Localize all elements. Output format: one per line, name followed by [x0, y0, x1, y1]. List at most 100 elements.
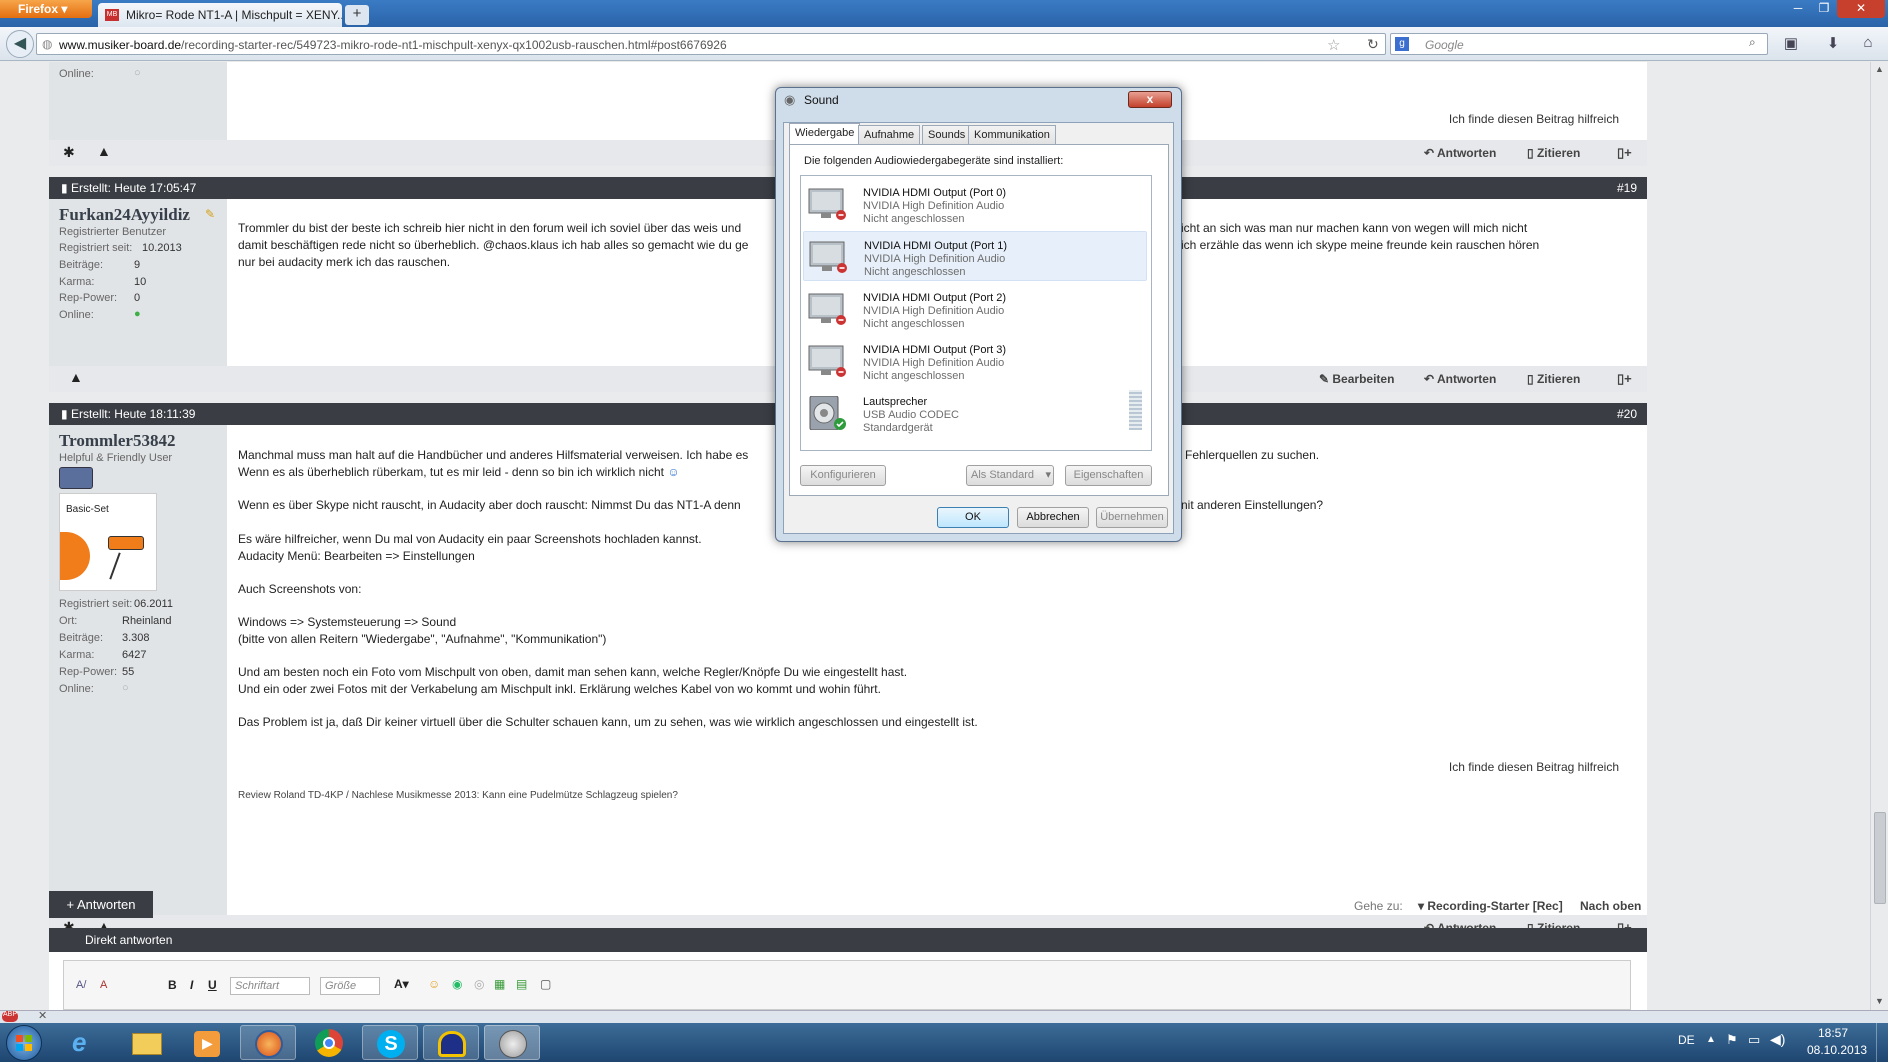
post-20-number[interactable]: #20 — [1617, 407, 1637, 421]
google-engine-icon[interactable]: g — [1395, 37, 1409, 51]
format-icon[interactable]: A/ — [76, 979, 86, 991]
scroll-up-icon[interactable]: ▲ — [1875, 64, 1884, 74]
helpful-link[interactable]: Ich finde diesen Beitrag hilfreich — [1449, 112, 1619, 126]
taskbar-sound-settings[interactable] — [484, 1025, 540, 1060]
restore-icon[interactable]: ❐ — [1811, 0, 1837, 18]
bold-icon[interactable]: B — [168, 978, 177, 992]
multiquote-icon[interactable]: ▯+ — [1617, 371, 1632, 387]
close-window-icon[interactable]: ✕ — [1837, 0, 1885, 18]
editor-toolbar: A/ A B I U Schriftart Größe A▾ ☺ ◉ ◎ ▦ ▤… — [63, 960, 1631, 1010]
reply-button[interactable]: ↶ Antworten — [1424, 146, 1496, 160]
remove-format-icon[interactable]: A — [100, 979, 107, 991]
taskbar-chrome[interactable] — [301, 1025, 357, 1060]
info-label: Registriert seit: — [59, 598, 133, 610]
language-indicator[interactable]: DE — [1678, 1033, 1695, 1047]
font-select[interactable]: Schriftart — [230, 977, 310, 995]
helpful-link[interactable]: Ich finde diesen Beitrag hilfreich — [1449, 760, 1619, 774]
chevron-down-icon[interactable]: ▾ — [1045, 466, 1051, 485]
clock-time[interactable]: 18:57 — [1818, 1026, 1848, 1040]
bookmarks-menu-icon[interactable]: ▣ — [1780, 34, 1802, 54]
taskbar-explorer[interactable] — [118, 1025, 174, 1060]
downloads-icon[interactable]: ⬇ — [1822, 34, 1844, 54]
home-icon[interactable]: ⌂ — [1857, 34, 1879, 54]
device-item-hdmi-0[interactable]: NVIDIA HDMI Output (Port 0) NVIDIA High D… — [803, 179, 1147, 229]
italic-icon[interactable]: I — [190, 978, 193, 992]
ok-button[interactable]: OK — [937, 507, 1009, 528]
url-domain: www.musiker-board.de — [59, 38, 182, 52]
post-19-username[interactable]: Furkan24Ayyildiz — [59, 205, 190, 225]
post-20-username[interactable]: Trommler53842 — [59, 431, 175, 451]
device-item-speaker[interactable]: Lautsprecher USB Audio CODEC Standardgerät — [803, 388, 1147, 438]
taskbar-media-player[interactable]: ▶ — [178, 1025, 234, 1060]
goto-dropdown[interactable]: ▾ Recording-Starter [Rec] — [1418, 899, 1563, 913]
bookmark-star-icon[interactable]: ☆ — [1327, 36, 1340, 54]
back-to-top-link[interactable]: Nach oben — [1580, 899, 1641, 913]
firefox-menu-button[interactable]: Firefox ▾ — [0, 0, 92, 18]
set-default-button[interactable]: Als Standard ▾ — [966, 465, 1054, 486]
video-icon[interactable]: ▤ — [516, 977, 527, 991]
tab-wiedergabe[interactable]: Wiedergabe — [789, 123, 861, 145]
volume-icon[interactable]: ◀) — [1770, 1031, 1785, 1048]
quote-button[interactable]: ▯ Zitieren — [1527, 372, 1580, 386]
text-color-icon[interactable]: A▾ — [394, 977, 409, 991]
browser-tab-active[interactable]: MB Mikro= Rode NT1-A | Mischpult = XENY.… — [98, 3, 342, 27]
adblock-icon[interactable]: ABP — [2, 1011, 18, 1022]
close-addon-bar-icon[interactable]: ✕ — [38, 1009, 47, 1022]
size-select[interactable]: Größe — [320, 977, 380, 995]
device-item-hdmi-1[interactable]: NVIDIA HDMI Output (Port 1) NVIDIA High D… — [803, 231, 1147, 281]
thanks-star-icon[interactable]: ✱ — [63, 144, 75, 161]
device-name: NVIDIA HDMI Output (Port 2) — [863, 292, 1007, 304]
post-19-number[interactable]: #19 — [1617, 181, 1637, 195]
network-icon[interactable]: ▭ — [1748, 1032, 1760, 1048]
tab-aufnahme[interactable]: Aufnahme — [858, 125, 921, 145]
new-tab-button[interactable]: + — [345, 5, 369, 25]
properties-button[interactable]: Eigenschaften — [1065, 465, 1152, 486]
quote-button[interactable]: ▯ Zitieren — [1527, 146, 1580, 160]
device-status: Nicht angeschlossen — [863, 213, 965, 225]
post-19-line: damit beschäftigen rede nicht so überheb… — [238, 238, 749, 252]
underline-icon[interactable]: U — [208, 978, 217, 992]
unlink-icon[interactable]: ◎ — [474, 977, 484, 991]
action-center-flag-icon[interactable]: ⚑ — [1726, 1032, 1738, 1048]
user-avatar[interactable]: Basic-Set — [59, 493, 157, 591]
reply-button[interactable]: ↶ Antworten — [1424, 372, 1496, 386]
minimize-icon[interactable]: ─ — [1785, 0, 1811, 18]
image-icon[interactable]: ▦ — [494, 977, 505, 991]
show-hidden-icons-icon[interactable]: ▲ — [1706, 1034, 1716, 1045]
edit-button[interactable]: ✎ Bearbeiten — [1319, 372, 1394, 386]
signature-link[interactable]: Review Roland TD-4KP / Nachlese Musikmes… — [238, 790, 678, 801]
device-item-hdmi-2[interactable]: NVIDIA HDMI Output (Port 2) NVIDIA High D… — [803, 284, 1147, 334]
scroll-down-icon[interactable]: ▼ — [1875, 996, 1884, 1006]
dialog-close-button[interactable]: x — [1128, 91, 1172, 108]
clock-date[interactable]: 08.10.2013 — [1807, 1043, 1867, 1057]
post-20-line: Und ein oder zwei Fotos mit der Verkabel… — [238, 682, 881, 696]
report-warning-icon[interactable]: ▲ — [69, 369, 83, 385]
device-item-hdmi-3[interactable]: NVIDIA HDMI Output (Port 3) NVIDIA High D… — [803, 336, 1147, 386]
quote-insert-icon[interactable]: ▢ — [540, 977, 551, 991]
start-button[interactable] — [6, 1025, 42, 1061]
taskbar-audacity[interactable] — [423, 1025, 479, 1060]
taskbar-skype[interactable]: S — [362, 1025, 418, 1060]
search-bar[interactable]: g Google ⌕ — [1390, 33, 1768, 55]
tab-kommunikation[interactable]: Kommunikation — [968, 125, 1056, 145]
taskbar-ie[interactable]: e — [58, 1025, 114, 1060]
apply-button[interactable]: Übernehmen — [1096, 507, 1168, 528]
configure-button[interactable]: Konfigurieren — [800, 465, 886, 486]
page-scrollbar[interactable]: ▲ ▼ — [1870, 62, 1888, 1010]
back-arrow-icon[interactable]: ◀ — [6, 30, 34, 58]
link-icon[interactable]: ◉ — [452, 977, 462, 991]
post-20-line: Es wäre hilfreicher, wenn Du mal von Aud… — [238, 532, 702, 546]
taskbar-firefox[interactable] — [240, 1025, 296, 1060]
new-reply-button[interactable]: + Antworten — [49, 891, 153, 918]
address-bar[interactable]: ◍ www.musiker-board.de/recording-starter… — [36, 33, 1386, 55]
report-warning-icon[interactable]: ▲ — [97, 143, 111, 159]
reload-icon[interactable]: ↻ — [1367, 36, 1379, 53]
tab-sounds[interactable]: Sounds — [922, 125, 972, 145]
show-desktop-button[interactable] — [1876, 1023, 1888, 1062]
search-icon[interactable]: ⌕ — [1749, 35, 1756, 50]
multiquote-icon[interactable]: ▯+ — [1617, 145, 1632, 161]
emoticon-icon[interactable]: ☺ — [428, 977, 440, 991]
scrollbar-thumb[interactable] — [1874, 812, 1886, 904]
cancel-button[interactable]: Abbrechen — [1017, 507, 1089, 528]
info-value: 10 — [134, 276, 147, 288]
